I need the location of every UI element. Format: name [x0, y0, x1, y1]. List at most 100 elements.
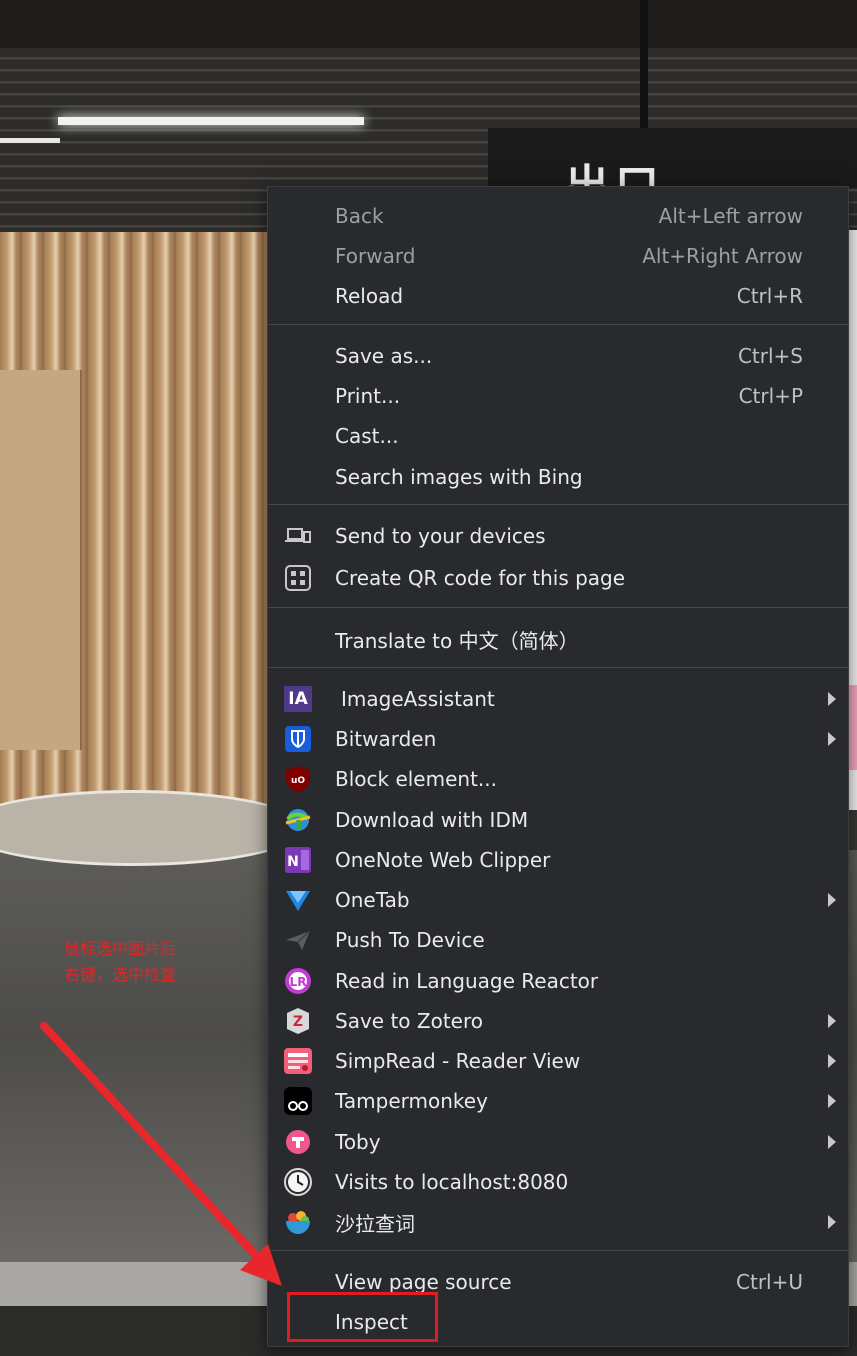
menu-separator: [268, 667, 848, 668]
paper-plane-icon: [284, 926, 312, 954]
svg-text:N: N: [287, 854, 299, 870]
menu-item-salad-lookup[interactable]: 沙拉查词: [268, 1203, 848, 1241]
ceiling-dark-band: [0, 0, 857, 48]
submenu-arrow-icon: [828, 732, 836, 746]
submenu-arrow-icon: [828, 1054, 836, 1068]
menu-item-forward[interactable]: Forward Alt+Right Arrow: [268, 237, 848, 275]
menu-item-label: OneNote Web Clipper: [335, 848, 551, 872]
menu-item-push-to-device[interactable]: Push To Device: [268, 921, 848, 959]
menu-item-label: SimpRead - Reader View: [335, 1049, 581, 1073]
menu-item-bitwarden[interactable]: Bitwarden: [268, 720, 848, 758]
page-edge-accent: [848, 685, 857, 770]
menu-item-simpread[interactable]: SimpRead - Reader View: [268, 1042, 848, 1080]
menu-item-shortcut: Ctrl+R: [736, 284, 803, 308]
menu-item-back[interactable]: Back Alt+Left arrow: [268, 197, 848, 235]
menu-item-language-reactor[interactable]: LR Read in Language Reactor: [268, 962, 848, 1000]
menu-item-print[interactable]: Print... Ctrl+P: [268, 377, 848, 415]
menu-item-shortcut: Alt+Right Arrow: [642, 244, 803, 268]
menu-item-label: Read in Language Reactor: [335, 969, 599, 993]
simpread-icon: [284, 1047, 312, 1075]
menu-item-shortcut: Alt+Left arrow: [658, 204, 803, 228]
annotation-line: 右键，选中检查: [64, 965, 177, 984]
toby-icon: [284, 1128, 312, 1156]
menu-separator: [268, 324, 848, 325]
ceiling-light: [58, 117, 364, 125]
tampermonkey-icon: [284, 1087, 312, 1115]
menu-item-label: Toby: [335, 1130, 381, 1154]
menu-item-search-bing[interactable]: Search images with Bing: [268, 458, 848, 496]
menu-item-save-as[interactable]: Save as... Ctrl+S: [268, 337, 848, 375]
submenu-arrow-icon: [828, 1014, 836, 1028]
menu-item-toby[interactable]: Toby: [268, 1123, 848, 1161]
svg-text:LR: LR: [290, 975, 307, 989]
menu-item-create-qr[interactable]: Create QR code for this page: [268, 559, 848, 597]
imageassistant-icon-text: IA: [284, 686, 312, 712]
menu-separator: [268, 504, 848, 505]
menu-item-label: OneTab: [335, 888, 410, 912]
menu-item-label: Push To Device: [335, 928, 485, 952]
menu-separator: [268, 607, 848, 608]
menu-item-send-to-devices[interactable]: Send to your devices: [268, 517, 848, 555]
bitwarden-icon: [284, 725, 312, 753]
menu-item-label: Visits to localhost:8080: [335, 1170, 569, 1194]
svg-text:Z: Z: [293, 1014, 303, 1030]
onetab-funnel-icon: [284, 886, 312, 914]
context-menu: Back Alt+Left arrow Forward Alt+Right Ar…: [267, 186, 849, 1347]
menu-item-block-element[interactable]: uO Block element...: [268, 760, 848, 798]
menu-separator: [268, 1250, 848, 1251]
menu-item-label: Send to your devices: [335, 524, 546, 548]
menu-item-label: Print...: [335, 384, 401, 408]
idm-globe-icon: [284, 806, 312, 834]
ceiling-light: [0, 138, 60, 143]
menu-item-label: Forward: [335, 244, 416, 268]
ublock-icon: uO: [284, 765, 312, 793]
submenu-arrow-icon: [828, 692, 836, 706]
imageassistant-icon: IA: [284, 685, 312, 713]
exit-sign: [488, 128, 857, 188]
menu-item-cast[interactable]: Cast...: [268, 417, 848, 455]
menu-item-label: Translate to 中文（简体）: [335, 628, 579, 653]
annotation-note: 鼠标选中图片后 右键，选中检查: [64, 936, 176, 988]
onenote-icon: N: [284, 846, 312, 874]
menu-item-visits-localhost[interactable]: Visits to localhost:8080: [268, 1163, 848, 1201]
menu-item-label: Search images with Bing: [335, 465, 583, 489]
menu-item-label: Save to Zotero: [335, 1009, 483, 1033]
menu-item-download-idm[interactable]: Download with IDM: [268, 801, 848, 839]
menu-item-onetab[interactable]: OneTab: [268, 881, 848, 919]
wood-door: [0, 370, 82, 750]
menu-item-imageassistant[interactable]: IA ImageAssistant: [268, 680, 848, 718]
svg-text:uO: uO: [291, 776, 305, 786]
menu-item-shortcut: Ctrl+S: [737, 344, 803, 368]
menu-item-shortcut: Ctrl+P: [738, 384, 803, 408]
submenu-arrow-icon: [828, 1094, 836, 1108]
menu-item-label: ImageAssistant: [341, 687, 495, 711]
menu-item-onenote-clipper[interactable]: N OneNote Web Clipper: [268, 841, 848, 879]
menu-item-label: Block element...: [335, 767, 497, 791]
zotero-icon: Z: [284, 1007, 312, 1035]
menu-item-label: Tampermonkey: [335, 1089, 488, 1113]
inspect-highlight-box: [287, 1292, 438, 1342]
menu-item-label: 沙拉查词: [335, 1211, 415, 1236]
menu-item-label: Back: [335, 204, 384, 228]
menu-item-tampermonkey[interactable]: Tampermonkey: [268, 1082, 848, 1120]
menu-item-save-to-zotero[interactable]: Z Save to Zotero: [268, 1002, 848, 1040]
clock-icon: [284, 1168, 312, 1196]
qr-code-icon: [284, 564, 312, 592]
menu-item-label: Save as...: [335, 344, 433, 368]
menu-item-shortcut: Ctrl+U: [736, 1270, 803, 1294]
menu-item-label: Bitwarden: [335, 727, 437, 751]
menu-item-label: View page source: [335, 1270, 512, 1294]
language-reactor-icon: LR: [284, 967, 312, 995]
menu-item-translate[interactable]: Translate to 中文（简体）: [268, 620, 848, 658]
submenu-arrow-icon: [828, 1215, 836, 1229]
laptop-phone-icon: [284, 522, 312, 550]
menu-item-label: Reload: [335, 284, 404, 308]
menu-item-reload[interactable]: Reload Ctrl+R: [268, 277, 848, 315]
menu-item-label: Download with IDM: [335, 808, 529, 832]
salad-bowl-icon: [284, 1208, 312, 1236]
sign-pole: [640, 0, 648, 130]
submenu-arrow-icon: [828, 893, 836, 907]
submenu-arrow-icon: [828, 1135, 836, 1149]
annotation-line: 鼠标选中图片后: [64, 939, 177, 958]
menu-item-label: Cast...: [335, 424, 399, 448]
